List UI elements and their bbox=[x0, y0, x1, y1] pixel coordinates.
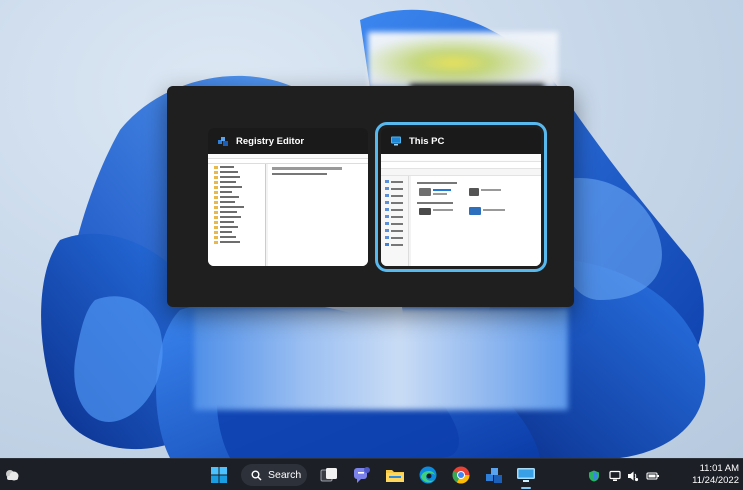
network-icon[interactable] bbox=[609, 469, 621, 481]
chrome-icon[interactable] bbox=[451, 465, 471, 485]
task-view-icon[interactable] bbox=[319, 465, 339, 485]
teams-chat-icon[interactable] bbox=[352, 465, 372, 485]
volume-icon[interactable] bbox=[627, 469, 639, 482]
taskbar: Search 11:01 AM 11/24/2022 bbox=[0, 458, 743, 490]
clock-date: 11/24/2022 bbox=[692, 475, 739, 486]
search-icon bbox=[251, 470, 262, 481]
window-thumbnail-this-pc[interactable]: This PC bbox=[375, 122, 547, 272]
window-title: Registry Editor bbox=[236, 135, 305, 147]
file-explorer-icon[interactable] bbox=[385, 465, 405, 485]
window-thumbnail-registry-editor[interactable]: Registry Editor bbox=[208, 128, 368, 266]
this-pc-icon[interactable] bbox=[515, 465, 537, 485]
edge-icon[interactable] bbox=[418, 465, 438, 485]
registry-editor-icon bbox=[217, 135, 229, 147]
taskbar-search-button[interactable]: Search bbox=[241, 464, 307, 486]
clock-time: 11:01 AM bbox=[699, 463, 739, 474]
blurred-region bbox=[194, 308, 568, 410]
search-label: Search bbox=[268, 469, 302, 481]
task-switcher: Registry Editor This PC bbox=[167, 86, 574, 307]
system-clock[interactable]: 11:01 AM 11/24/2022 bbox=[692, 463, 739, 487]
widgets-icon[interactable] bbox=[4, 467, 20, 483]
window-thumbnail-header: Registry Editor bbox=[208, 128, 368, 154]
registry-editor-icon[interactable] bbox=[484, 465, 504, 485]
battery-icon[interactable] bbox=[646, 469, 660, 481]
start-icon[interactable] bbox=[209, 465, 229, 485]
blurred-region bbox=[368, 32, 558, 88]
security-icon[interactable] bbox=[588, 469, 600, 482]
active-app-indicator bbox=[521, 487, 531, 489]
window-title: This PC bbox=[409, 135, 445, 147]
window-preview-this-pc bbox=[381, 154, 541, 266]
window-preview-registry-editor bbox=[208, 154, 368, 266]
window-thumbnail-header: This PC bbox=[381, 128, 541, 154]
this-pc-icon bbox=[390, 135, 402, 147]
